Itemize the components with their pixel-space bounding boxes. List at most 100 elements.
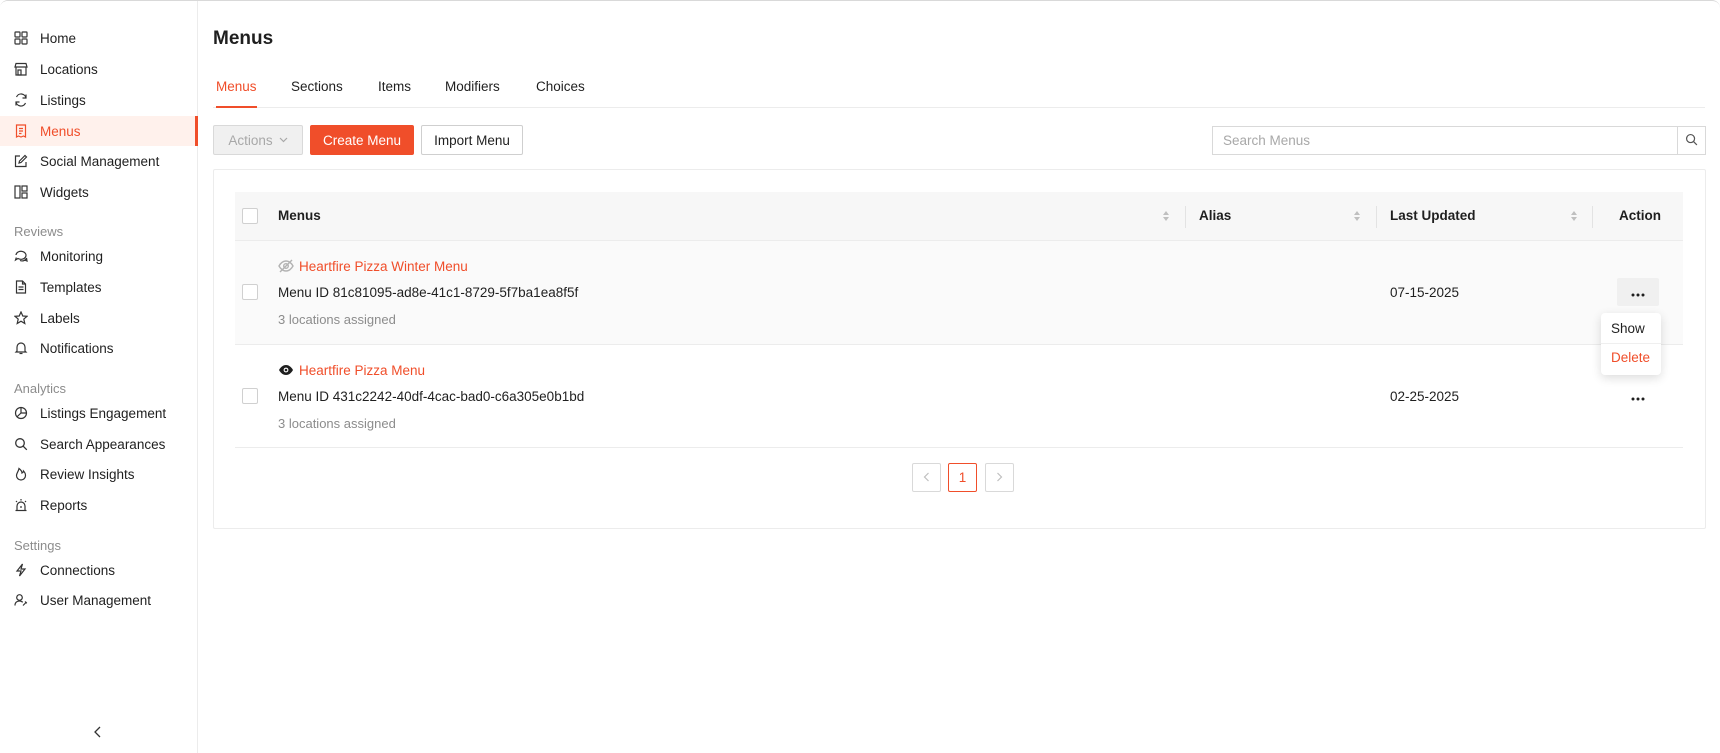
- sidebar-item-labels[interactable]: Labels: [0, 303, 198, 333]
- menu-name-link[interactable]: Heartfire Pizza Winter Menu: [278, 258, 468, 274]
- bell-icon: [14, 341, 28, 355]
- refresh-icon: [14, 93, 28, 107]
- search-icon: [1685, 133, 1698, 149]
- bolt-icon: [14, 563, 28, 577]
- last-updated-text: 02-25-2025: [1390, 389, 1460, 404]
- sidebar-item-label: Labels: [40, 310, 80, 326]
- grid-icon: [14, 31, 28, 45]
- sidebar-item-monitoring[interactable]: Monitoring: [0, 241, 198, 271]
- app-window: Home Locations Listings Menus Social Man…: [0, 0, 1720, 753]
- star-icon: [14, 311, 28, 325]
- sidebar-item-label: Templates: [40, 279, 102, 295]
- sidebar-item-label: Listings: [40, 92, 86, 108]
- flame-icon: [14, 467, 28, 481]
- ellipsis-icon: [1631, 284, 1645, 300]
- search-input[interactable]: [1212, 126, 1677, 155]
- sidebar-item-label: Widgets: [40, 184, 89, 200]
- tab-menus[interactable]: Menus: [216, 79, 257, 108]
- tab-choices[interactable]: Choices: [536, 79, 585, 108]
- menu-name-text: Heartfire Pizza Winter Menu: [299, 258, 468, 274]
- menu-name-text: Heartfire Pizza Menu: [299, 362, 426, 378]
- row-actions-button[interactable]: [1617, 382, 1659, 410]
- widgets-icon: [14, 185, 28, 199]
- pie-chart-icon: [14, 406, 28, 420]
- sidebar-item-label: Reports: [40, 497, 88, 513]
- chevron-left-icon: [923, 470, 930, 485]
- tab-modifiers[interactable]: Modifiers: [445, 79, 500, 108]
- sidebar-item-label: Notifications: [40, 340, 114, 356]
- sidebar-item-search-appearances[interactable]: Search Appearances: [0, 429, 198, 459]
- sidebar-item-label: Connections: [40, 562, 116, 578]
- show-menu-item[interactable]: Show: [1611, 321, 1645, 336]
- pagination-prev-button[interactable]: [912, 463, 941, 492]
- column-header-menus[interactable]: Menus: [278, 208, 321, 223]
- tab-bar: Menus Sections Items Modifiers Choices: [213, 75, 1705, 108]
- chevron-down-icon: [279, 137, 288, 143]
- row-actions-dropdown: Show Delete: [1601, 313, 1661, 375]
- table-header: Menus Alias Last Updated Action: [235, 192, 1683, 241]
- sidebar-item-listings[interactable]: Listings: [0, 85, 198, 115]
- import-menu-button[interactable]: Import Menu: [421, 125, 523, 155]
- store-icon: [14, 62, 28, 76]
- pagination-next-button[interactable]: [985, 463, 1014, 492]
- sidebar-item-social-management[interactable]: Social Management: [0, 146, 198, 176]
- column-header-last-updated[interactable]: Last Updated: [1390, 208, 1476, 223]
- eye-icon: [278, 362, 294, 378]
- sidebar-item-label: Locations: [40, 61, 98, 77]
- menu-id-text: Menu ID 81c81095-ad8e-41c1-8729-5f7ba1ea…: [278, 285, 579, 300]
- sidebar-item-label: User Management: [40, 592, 152, 608]
- collapse-sidebar-button[interactable]: [90, 725, 106, 741]
- sidebar-item-notifications[interactable]: Notifications: [0, 333, 198, 363]
- locations-assigned-text: 3 locations assigned: [278, 312, 396, 327]
- sidebar-item-connections[interactable]: Connections: [0, 555, 198, 585]
- sidebar-item-locations[interactable]: Locations: [0, 54, 198, 84]
- document-icon: [14, 280, 28, 294]
- alarm-icon: [14, 498, 28, 512]
- receipt-icon: [14, 124, 28, 138]
- sidebar-item-label: Menus: [40, 123, 81, 139]
- table-row: Heartfire Pizza Menu Menu ID 431c2242-40…: [235, 345, 1683, 448]
- row-actions-button[interactable]: [1617, 278, 1659, 306]
- users-icon: [14, 593, 28, 607]
- tab-sections[interactable]: Sections: [291, 79, 343, 108]
- actions-dropdown-button[interactable]: Actions: [213, 125, 303, 155]
- chat-icon: [14, 249, 28, 263]
- sidebar: Home Locations Listings Menus Social Man…: [0, 1, 198, 753]
- create-menu-button[interactable]: Create Menu: [310, 125, 414, 155]
- menu-name-link[interactable]: Heartfire Pizza Menu: [278, 362, 425, 378]
- select-all-checkbox[interactable]: [242, 208, 258, 224]
- sidebar-item-home[interactable]: Home: [0, 23, 198, 53]
- column-header-alias[interactable]: Alias: [1199, 208, 1231, 223]
- locations-assigned-text: 3 locations assigned: [278, 416, 396, 431]
- sort-icon[interactable]: [1162, 209, 1170, 223]
- sidebar-item-review-insights[interactable]: Review Insights: [0, 459, 198, 489]
- row-checkbox[interactable]: [242, 284, 258, 300]
- search-bar: [1212, 126, 1706, 155]
- sidebar-item-label: Home: [40, 30, 77, 46]
- sidebar-item-label: Listings Engagement: [40, 405, 167, 421]
- chevron-right-icon: [996, 470, 1003, 485]
- sidebar-item-label: Review Insights: [40, 466, 135, 482]
- sidebar-item-reports[interactable]: Reports: [0, 490, 198, 520]
- tab-items[interactable]: Items: [378, 79, 411, 108]
- ellipsis-icon: [1631, 388, 1645, 404]
- row-checkbox[interactable]: [242, 388, 258, 404]
- actions-label: Actions: [228, 132, 273, 148]
- sidebar-item-label: Search Appearances: [40, 436, 166, 452]
- sidebar-item-user-management[interactable]: User Management: [0, 585, 198, 615]
- table-row: Heartfire Pizza Winter Menu Menu ID 81c8…: [235, 241, 1683, 345]
- sidebar-item-widgets[interactable]: Widgets: [0, 177, 198, 207]
- eye-off-icon: [278, 258, 294, 274]
- sort-icon[interactable]: [1353, 209, 1361, 223]
- sidebar-item-menus[interactable]: Menus: [0, 116, 198, 146]
- sort-icon[interactable]: [1570, 209, 1578, 223]
- sidebar-item-label: Social Management: [40, 153, 160, 169]
- pagination-page-button[interactable]: 1: [948, 463, 977, 492]
- sidebar-item-label: Monitoring: [40, 248, 104, 264]
- chevron-left-icon: [93, 725, 103, 741]
- search-button[interactable]: [1677, 126, 1706, 155]
- delete-menu-item[interactable]: Delete: [1611, 350, 1650, 365]
- column-header-action: Action: [1619, 208, 1661, 223]
- sidebar-item-listings-engagement[interactable]: Listings Engagement: [0, 398, 198, 428]
- sidebar-item-templates[interactable]: Templates: [0, 272, 198, 302]
